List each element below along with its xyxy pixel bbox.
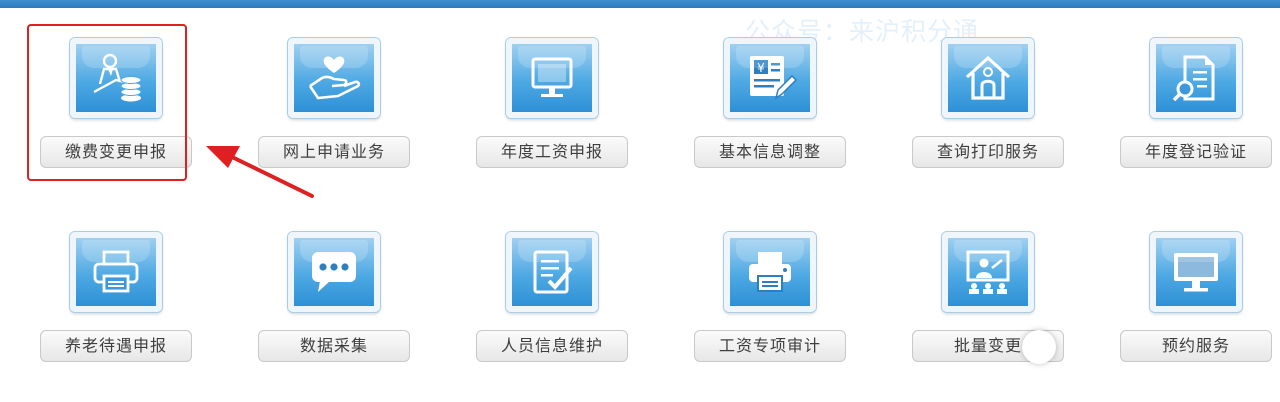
printer-icon <box>724 232 816 312</box>
tile-label[interactable]: 预约服务 <box>1120 330 1272 362</box>
checklist-icon <box>506 232 598 312</box>
tile-query-print[interactable]: 查询打印服务 <box>912 38 1072 208</box>
chat-bubble-icon <box>288 232 380 312</box>
presentation-icon <box>942 232 1034 312</box>
monitor-icon <box>1150 232 1242 312</box>
tile-annual-wage-report[interactable]: 年度工资申报 <box>476 38 636 208</box>
tile-label[interactable]: 工资专项审计 <box>694 330 846 362</box>
monitor-icon <box>506 38 598 118</box>
printer-icon <box>70 232 162 312</box>
tile-basic-info-adjust[interactable]: ¥ 基本信息调整 <box>694 38 854 208</box>
tile-label[interactable]: 年度登记验证 <box>1120 136 1272 168</box>
tile-batch-change[interactable]: 批量变更 <box>912 232 1072 402</box>
svg-text:¥: ¥ <box>757 61 765 75</box>
arrow-icon <box>206 146 314 198</box>
highlight-box <box>27 24 187 181</box>
tile-label[interactable]: 基本信息调整 <box>694 136 846 168</box>
tile-annual-registration[interactable]: 年度登记验证 <box>1120 38 1280 208</box>
house-person-icon <box>942 38 1034 118</box>
tile-data-collection[interactable]: 数据采集 <box>258 232 418 402</box>
tile-appointment[interactable]: 预约服务 <box>1120 232 1280 402</box>
tile-wage-audit[interactable]: 工资专项审计 <box>694 232 854 402</box>
top-bar <box>0 0 1280 8</box>
tile-personnel-info[interactable]: 人员信息维护 <box>476 232 636 402</box>
tile-label[interactable]: 养老待遇申报 <box>40 330 192 362</box>
tile-label[interactable]: 人员信息维护 <box>476 330 628 362</box>
floating-button[interactable] <box>1022 330 1056 364</box>
hand-heart-icon <box>288 38 380 118</box>
tile-label[interactable]: 查询打印服务 <box>912 136 1064 168</box>
document-search-icon <box>1150 38 1242 118</box>
tile-label[interactable]: 数据采集 <box>258 330 410 362</box>
tile-pension-report[interactable]: 养老待遇申报 <box>40 232 200 402</box>
tile-label[interactable]: 年度工资申报 <box>476 136 628 168</box>
yen-document-pen-icon: ¥ <box>724 38 816 118</box>
